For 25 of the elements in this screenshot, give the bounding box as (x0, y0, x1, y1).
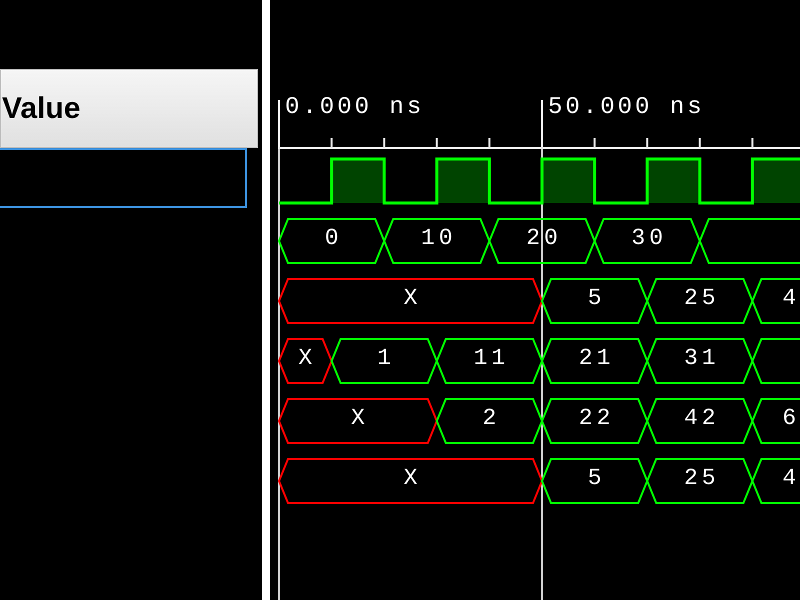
bus-value: 42 (684, 405, 720, 431)
bus-value: X (404, 285, 422, 311)
bus-value: 10 (421, 225, 457, 251)
bus-value: X (351, 405, 369, 431)
bus-value: 4 (782, 465, 800, 491)
bus-value: 1 (377, 345, 396, 371)
bus-value: 21 (578, 345, 614, 371)
bus-value: 25 (684, 465, 720, 491)
bus-value: 22 (578, 405, 614, 431)
bus-value: 4 (782, 285, 800, 311)
column-header[interactable]: Value (0, 69, 258, 148)
bus-value: 5 (588, 465, 606, 491)
bus-value: 25 (684, 285, 720, 311)
bus-value: 5 (588, 285, 606, 311)
bus-value: 0 (324, 225, 342, 251)
time-label: 50.000 ns (548, 94, 705, 121)
value-cell[interactable] (0, 148, 247, 208)
bus-value: 6 (782, 405, 800, 431)
bus-value: 30 (631, 225, 667, 251)
bus-value: 11 (474, 345, 510, 371)
bus-value: X (298, 345, 316, 371)
bus-value: 2 (482, 405, 500, 431)
time-label: 0.000 ns (285, 94, 424, 121)
bus-value: X (404, 465, 422, 491)
bus-value: 31 (684, 345, 720, 371)
